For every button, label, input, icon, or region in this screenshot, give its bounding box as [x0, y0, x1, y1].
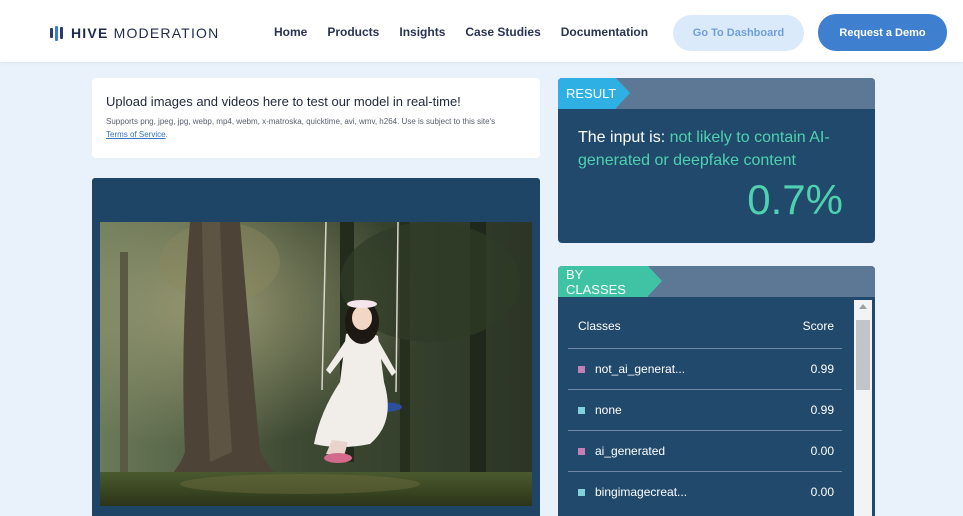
nav-links: Home Products Insights Case Studies Docu…	[274, 25, 668, 39]
result-card: RESULT The input is: not likely to conta…	[558, 78, 875, 243]
scrollbar-thumb[interactable]	[856, 320, 870, 390]
uploaded-image	[100, 222, 532, 506]
result-prefix: The input is:	[578, 129, 666, 146]
class-name: none	[595, 403, 622, 417]
top-nav: HIVE MODERATION Home Products Insights C…	[0, 0, 963, 62]
logo-brand-bold: HIVE	[71, 25, 109, 41]
result-card-header: RESULT	[558, 78, 875, 109]
class-score: 0.99	[810, 362, 834, 376]
nav-link-home[interactable]: Home	[274, 25, 307, 39]
class-score: 0.00	[810, 485, 834, 499]
class-row: not_ai_generat... 0.99	[568, 348, 842, 389]
nav-link-case-studies[interactable]: Case Studies	[465, 25, 540, 39]
class-row: bingimagecreat... 0.00	[568, 471, 842, 512]
terms-suffix: .	[165, 130, 168, 139]
class-color-swatch	[578, 447, 585, 455]
upload-title: Upload images and videos here to test ou…	[106, 94, 461, 109]
result-tag-arrow	[616, 78, 630, 108]
hive-logo[interactable]: HIVE MODERATION	[50, 24, 219, 42]
nav-link-products[interactable]: Products	[327, 25, 379, 39]
class-color-swatch	[578, 488, 585, 496]
class-name: bingimagecreat...	[595, 485, 688, 499]
classes-card-header: BY CLASSES	[558, 266, 875, 297]
logo-brand-light: MODERATION	[113, 25, 220, 41]
by-classes-card: BY CLASSES Classes Score not_ai_generat.…	[558, 266, 875, 516]
upload-info-card: Upload images and videos here to test ou…	[92, 78, 540, 158]
class-color-swatch	[578, 365, 585, 373]
class-score: 0.00	[810, 444, 834, 458]
nav-link-insights[interactable]: Insights	[399, 25, 445, 39]
score-column-header: Score	[802, 319, 834, 333]
hive-logo-icon	[50, 25, 63, 41]
result-verdict: The input is: not likely to contain AI-g…	[578, 126, 868, 172]
class-name: ai_generated	[595, 444, 666, 458]
class-name: not_ai_generat...	[595, 362, 686, 376]
supported-formats-text: Supports png, jpeg, jpg, webp, mp4, webm…	[106, 117, 496, 126]
media-upload-panel[interactable]	[92, 178, 540, 516]
classes-column-header: Classes	[578, 319, 621, 333]
classes-scrollbar[interactable]	[854, 300, 872, 516]
result-percentage: 0.7%	[747, 176, 843, 223]
class-score: 0.99	[810, 403, 834, 417]
upload-supported-formats: Supports png, jpeg, jpg, webp, mp4, webm…	[106, 115, 516, 141]
scroll-up-arrow-icon[interactable]	[859, 304, 867, 309]
class-row: none 0.99	[568, 389, 842, 430]
by-classes-tag: BY CLASSES	[558, 266, 648, 297]
class-row: ai_generated 0.00	[568, 430, 842, 471]
request-demo-button[interactable]: Request a Demo	[818, 14, 947, 51]
photo-of-girl-on-swing-icon	[100, 222, 532, 506]
go-to-dashboard-button[interactable]: Go To Dashboard	[673, 15, 804, 51]
class-color-swatch	[578, 406, 585, 414]
nav-link-documentation[interactable]: Documentation	[561, 25, 648, 39]
terms-of-service-link[interactable]: Terms of Service	[106, 130, 166, 139]
result-tag: RESULT	[558, 78, 616, 109]
classes-tag-arrow	[648, 266, 662, 296]
classes-table-header: Classes Score	[578, 319, 834, 333]
